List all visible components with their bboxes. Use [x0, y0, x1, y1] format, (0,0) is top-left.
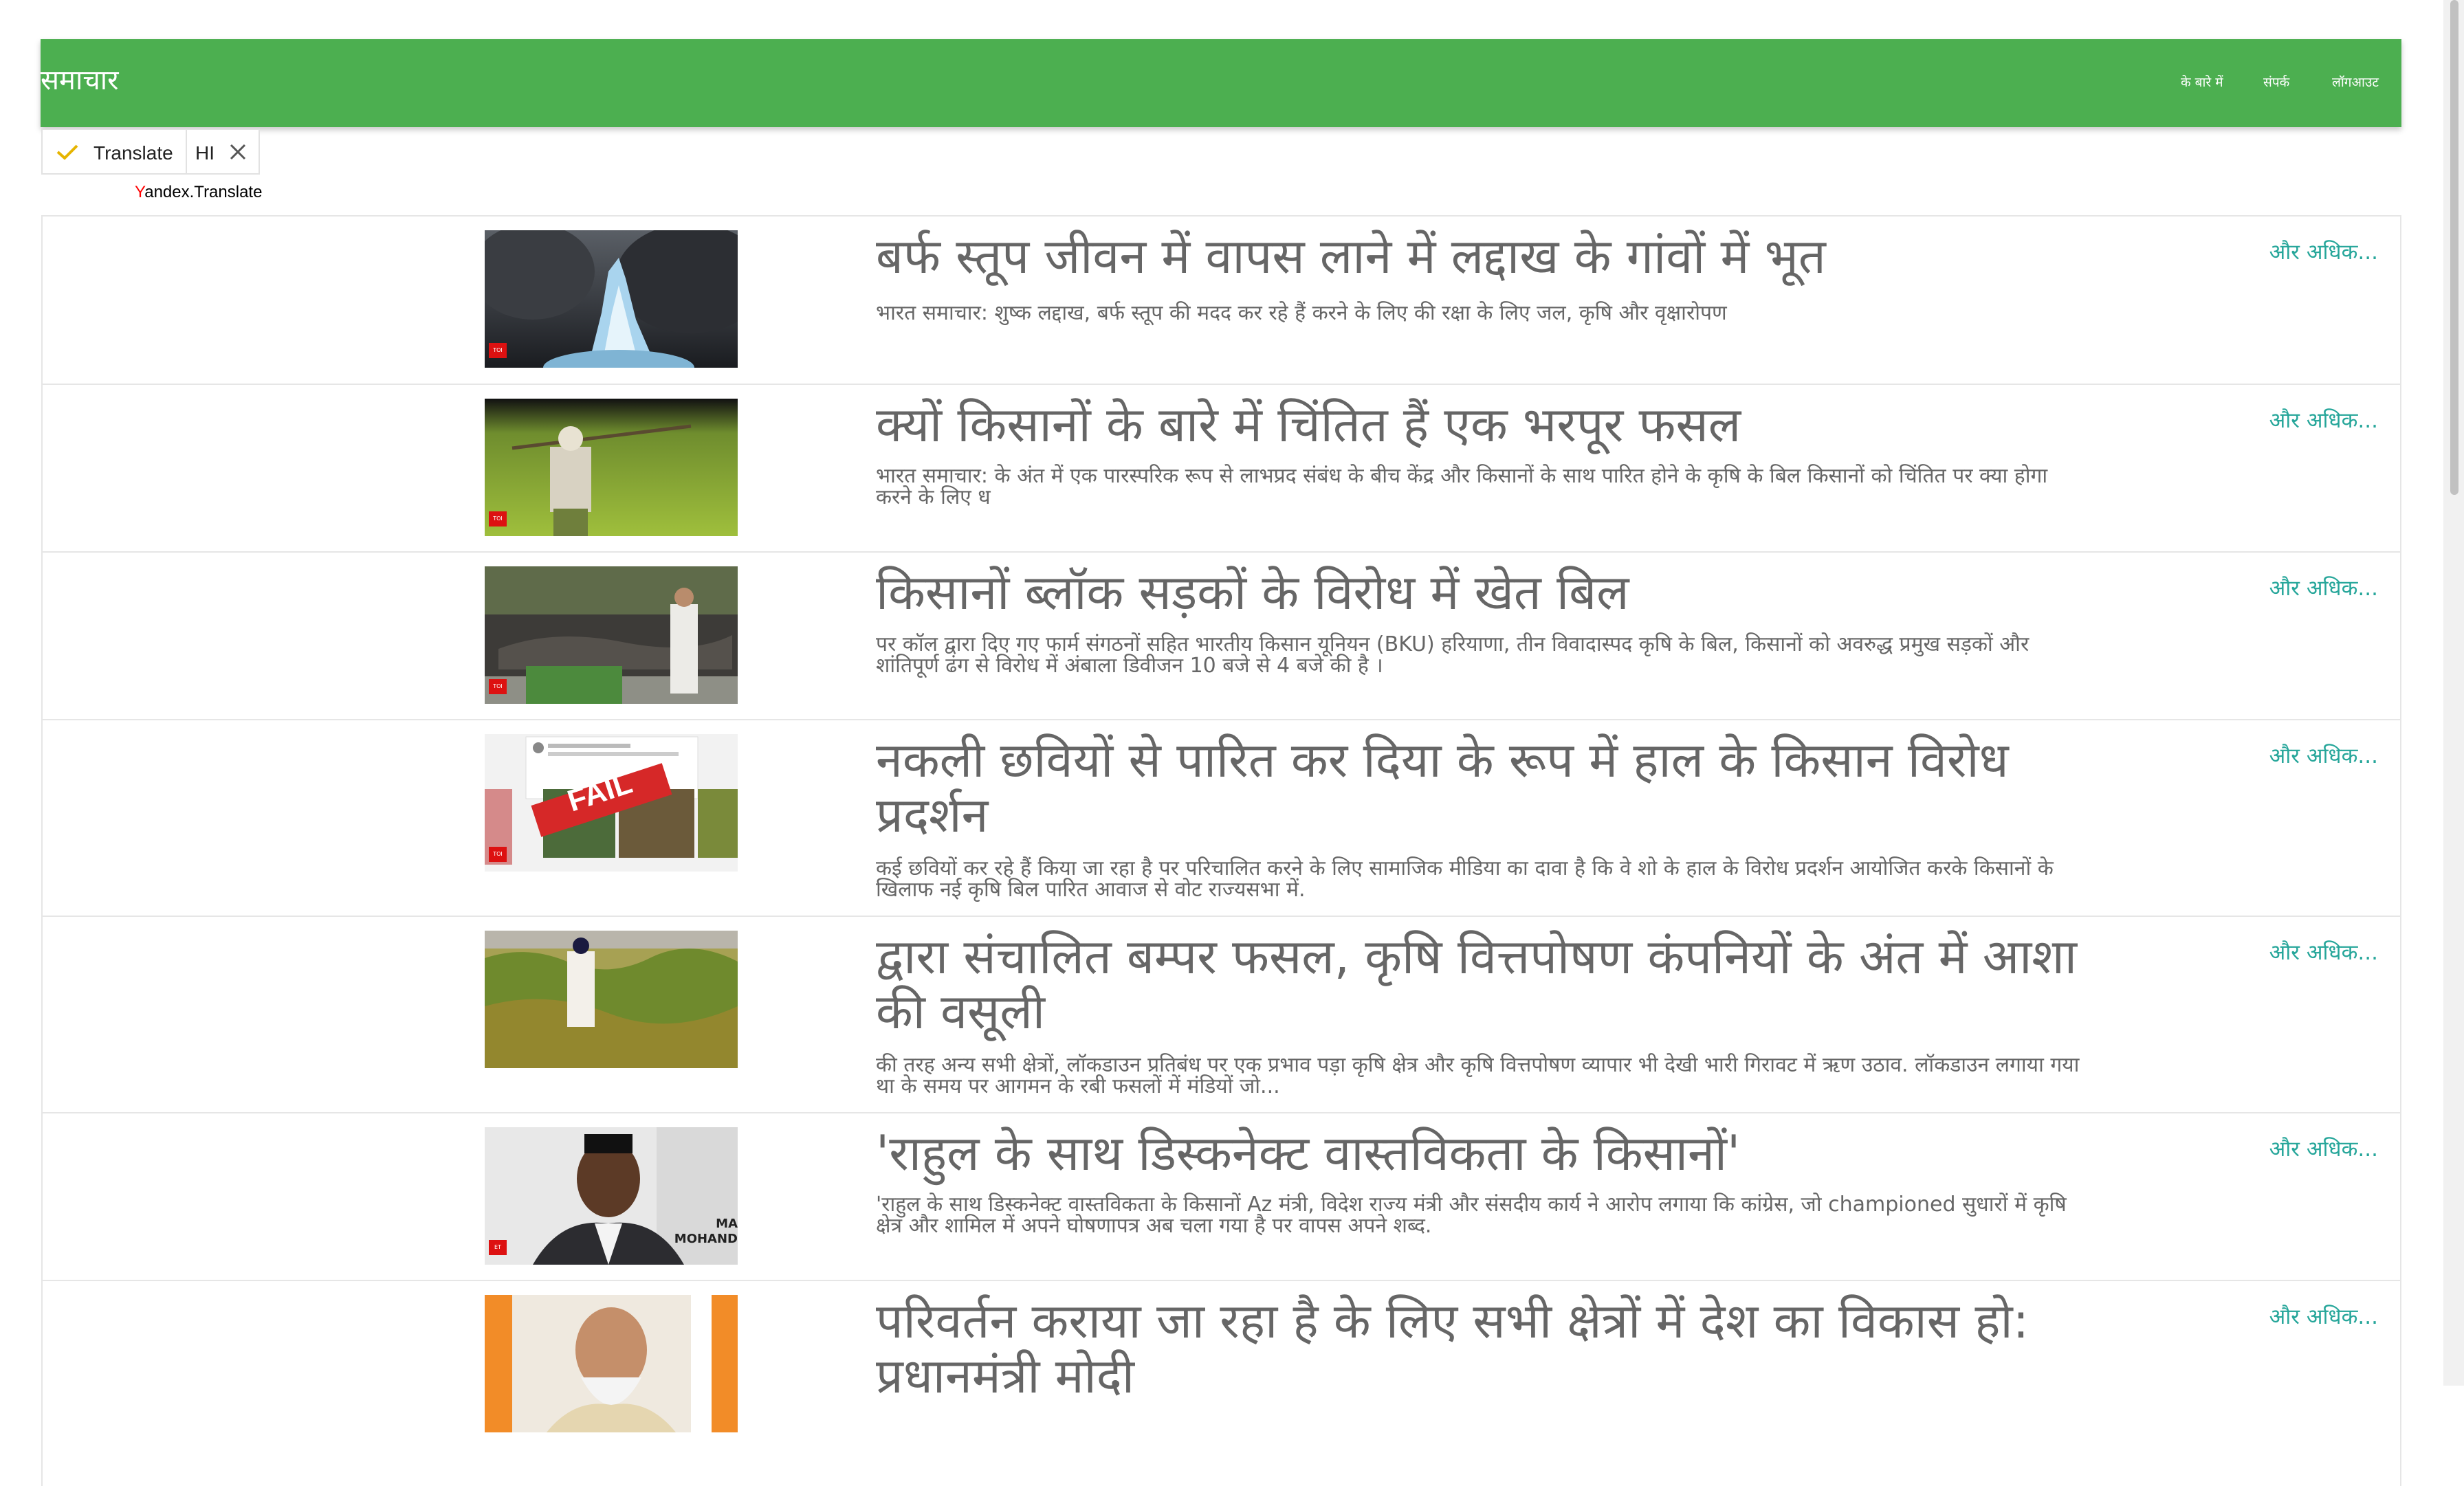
news-headline[interactable]: नकली छवियों से पारित कर दिया के रूप में … [876, 733, 2086, 843]
news-thumbnail[interactable] [485, 1295, 738, 1432]
source-badge: TOI [489, 847, 507, 862]
ice-stupa-image [485, 230, 738, 368]
translate-widget: Translate HI [41, 129, 260, 175]
read-more-link[interactable]: और अधिक... [2269, 938, 2378, 966]
read-more-link[interactable]: और अधिक... [2269, 406, 2378, 434]
top-navbar: समाचार के बारे में संपर्क लॉगआउट [41, 39, 2401, 127]
farmer-field-image [485, 399, 738, 536]
news-summary: कई छवियों कर रहे हैं किया जा रहा है पर प… [876, 856, 2054, 902]
language-code[interactable]: HI [195, 142, 214, 165]
news-headline[interactable]: परिवर्तन कराया जा रहा है के लिए सभी क्षे… [876, 1294, 2086, 1404]
read-more-link[interactable]: और अधिक... [2269, 1134, 2378, 1163]
check-icon[interactable] [54, 141, 80, 163]
prime-minister-image [485, 1295, 738, 1432]
news-summary: की तरह अन्य सभी क्षेत्रों, लॉकडाउन प्रति… [876, 1053, 2080, 1098]
read-more-link[interactable]: और अधिक... [2269, 573, 2378, 602]
news-item: TOI बर्फ स्तूप जीवन में वापस लाने में लद… [43, 215, 2400, 384]
translate-button-label[interactable]: Translate [94, 142, 173, 165]
nav-link-contact[interactable]: संपर्क [2263, 74, 2289, 91]
news-thumbnail[interactable]: TOI [485, 566, 738, 704]
news-headline[interactable]: 'राहुल के साथ डिस्कनेक्ट वास्तविकता के क… [876, 1126, 2086, 1181]
news-thumbnail[interactable] [485, 931, 738, 1068]
brand-title[interactable]: समाचार [41, 64, 118, 97]
protest-crowd-image [485, 566, 738, 704]
news-item: MA MOHAND ET 'राहुल के साथ डिस्कनेक्ट वा… [43, 1112, 2400, 1280]
nav-link-about[interactable]: के बारे में [2181, 74, 2223, 91]
source-badge: ET [489, 1240, 507, 1255]
yandex-translate-credit[interactable]: Yandex.Translate [135, 182, 262, 203]
nav-link-logout[interactable]: लॉगआउट [2332, 74, 2379, 91]
news-thumbnail[interactable]: MA MOHAND ET [485, 1127, 738, 1265]
news-item: FAIL TOI नकली छवियों से पारित कर दिया के… [43, 719, 2400, 916]
news-summary: भारत समाचार: शुष्क लद्दाख, बर्फ स्तूप की… [876, 301, 1727, 325]
news-item: परिवर्तन कराया जा रहा है के लिए सभी क्षे… [43, 1280, 2400, 1486]
bumper-crop-image [485, 931, 738, 1068]
news-headline[interactable]: बर्फ स्तूप जीवन में वापस लाने में लद्दाख… [876, 229, 2086, 284]
news-item: TOI क्यों किसानों के बारे में चिंतित हैं… [43, 384, 2400, 551]
read-more-link[interactable]: और अधिक... [2269, 741, 2378, 770]
news-summary: 'राहुल के साथ डिस्कनेक्ट वास्तविकता के क… [876, 1193, 2067, 1238]
news-summary: पर कॉल द्वारा दिए गए फार्म संगठनों सहित … [876, 632, 2030, 678]
read-more-link[interactable]: और अधिक... [2269, 237, 2378, 266]
image-caption: MA MOHAND [674, 1217, 738, 1246]
page-scrollbar[interactable] [2443, 0, 2464, 1386]
scrollbar-thumb[interactable] [2450, 0, 2458, 495]
news-list: TOI बर्फ स्तूप जीवन में वापस लाने में लद… [41, 215, 2401, 1486]
source-badge: TOI [489, 343, 507, 358]
widget-divider [186, 130, 187, 173]
source-badge: TOI [489, 511, 507, 526]
news-headline[interactable]: किसानों ब्लॉक सड़कों के विरोध में खेत बि… [876, 565, 2086, 620]
news-item: द्वारा संचालित बम्पर फसल, कृषि वित्तपोषण… [43, 916, 2400, 1112]
news-thumbnail[interactable]: TOI [485, 230, 738, 368]
news-headline[interactable]: द्वारा संचालित बम्पर फसल, कृषि वित्तपोषण… [876, 929, 2086, 1039]
news-thumbnail[interactable]: TOI [485, 399, 738, 536]
source-badge: TOI [489, 679, 507, 694]
read-more-link[interactable]: और अधिक... [2269, 1302, 2378, 1331]
news-summary: भारत समाचार: के अंत में एक पारस्परिक रूप… [876, 464, 2048, 509]
news-headline[interactable]: क्यों किसानों के बारे में चिंतित हैं एक … [876, 397, 2086, 452]
news-item: TOI किसानों ब्लॉक सड़कों के विरोध में खे… [43, 551, 2400, 719]
news-thumbnail[interactable]: FAIL TOI [485, 734, 738, 872]
close-icon[interactable] [227, 141, 249, 163]
